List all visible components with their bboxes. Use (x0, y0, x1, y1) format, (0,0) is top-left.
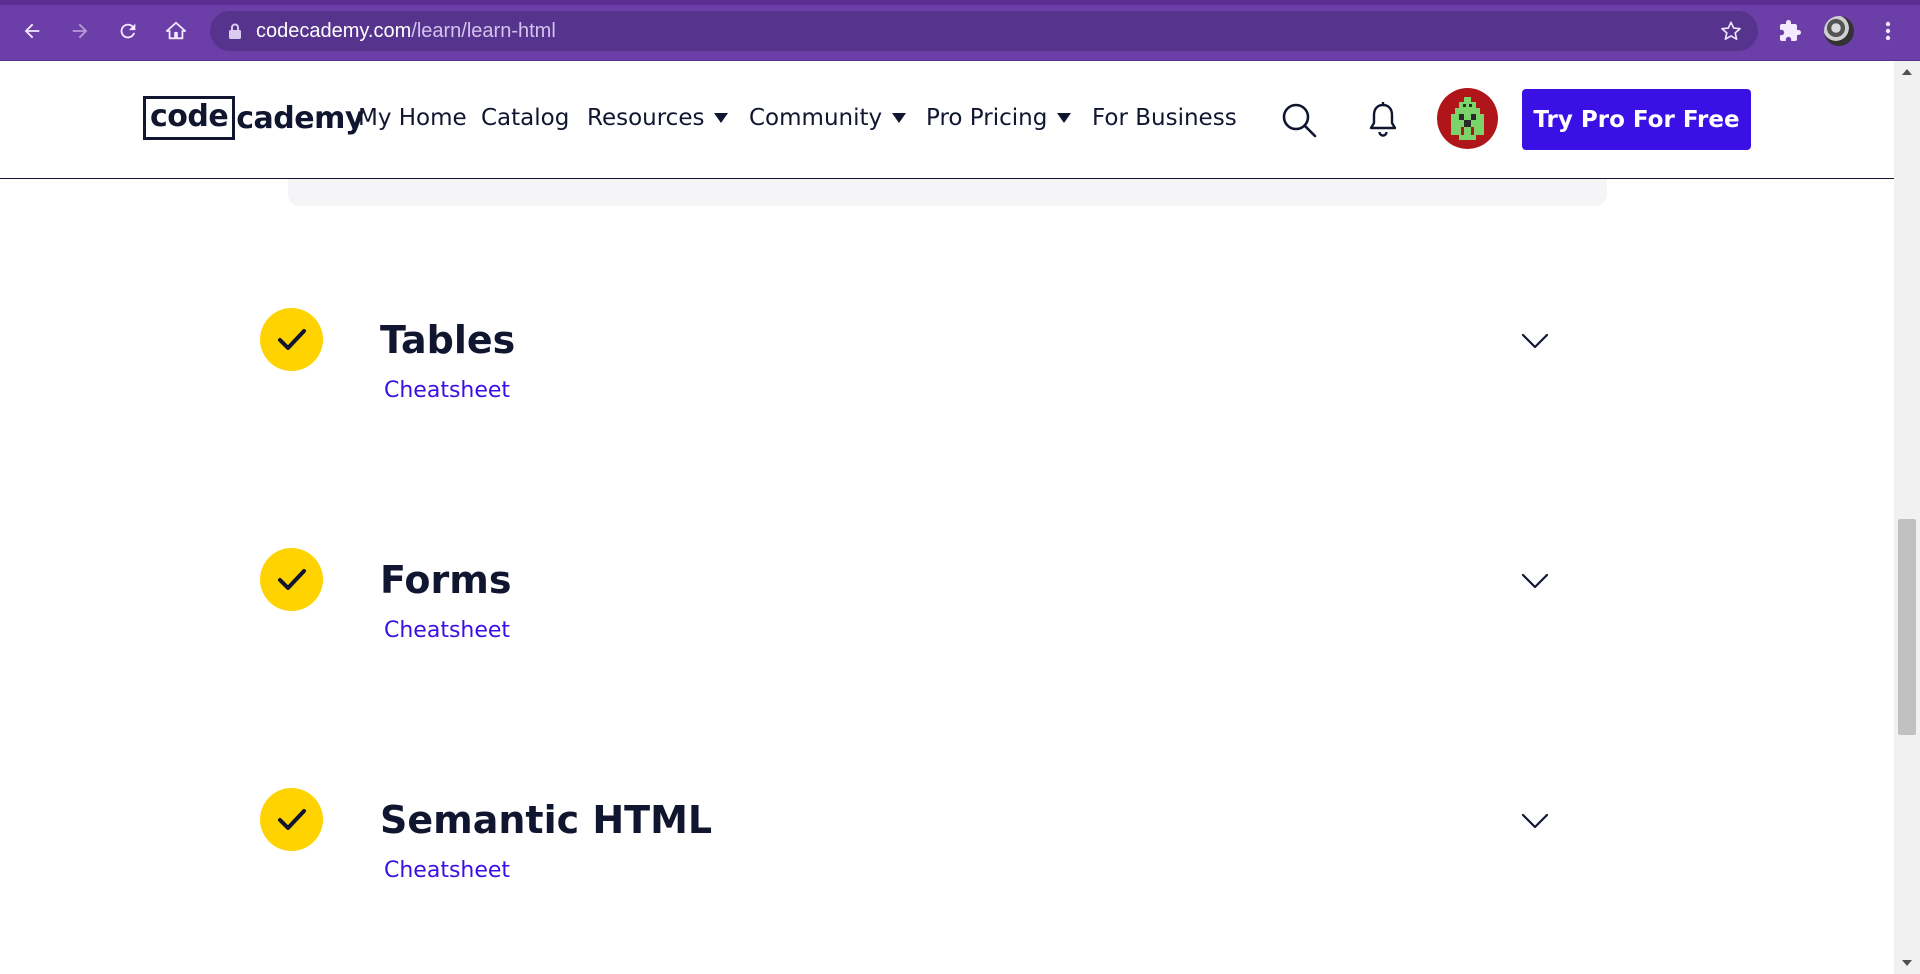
nav-community[interactable]: Community (749, 105, 907, 131)
chevron-down-icon[interactable] (1520, 326, 1550, 356)
nav-label: My Home (358, 105, 467, 131)
scroll-down-icon[interactable] (1902, 960, 1912, 966)
nav-label: Pro Pricing (926, 105, 1048, 131)
caret-down-icon (714, 113, 729, 123)
url-host: codecademy.com (256, 19, 412, 42)
back-icon[interactable] (14, 14, 50, 48)
logo-code: code (143, 96, 236, 140)
module-semantic-html: Semantic HTML Cheatsheet (260, 788, 1560, 898)
main-content: Tables Cheatsheet Forms Cheatsheet Seman… (0, 179, 1894, 974)
nav-resources[interactable]: Resources (587, 105, 729, 131)
nav-my-home[interactable]: My Home (358, 105, 467, 131)
nav-for-business[interactable]: For Business (1092, 105, 1237, 131)
module-forms: Forms Cheatsheet (260, 548, 1560, 658)
module-title: Tables (380, 318, 516, 362)
bell-icon[interactable] (1367, 101, 1399, 139)
caret-down-icon (1057, 113, 1072, 123)
star-icon[interactable] (1720, 20, 1742, 42)
module-title: Semantic HTML (380, 798, 713, 842)
completed-badge (260, 788, 323, 851)
search-icon[interactable] (1280, 101, 1318, 139)
nav-label: Resources (587, 105, 705, 131)
site-header: code cademy My Home Catalog Resources Com… (0, 61, 1894, 179)
codecademy-logo[interactable]: code cademy (143, 96, 364, 140)
completed-badge (260, 548, 323, 611)
reload-icon[interactable] (110, 14, 146, 48)
try-pro-button[interactable]: Try Pro For Free (1522, 89, 1751, 150)
checkmark-icon (277, 808, 306, 830)
nav-catalog[interactable]: Catalog (481, 105, 569, 131)
nav-label: For Business (1092, 105, 1237, 131)
avatar[interactable] (1437, 88, 1498, 149)
forward-icon[interactable] (62, 14, 98, 48)
url-path: /learn/learn-html (411, 19, 556, 42)
browser-toolbar: codecademy.com/learn/learn-html (0, 0, 1920, 61)
caret-down-icon (892, 113, 907, 123)
scrollbar-thumb[interactable] (1898, 519, 1916, 735)
tab-strip (0, 0, 1920, 5)
nav-label: Catalog (481, 105, 570, 131)
module-title: Forms (380, 558, 512, 602)
home-icon[interactable] (158, 14, 194, 48)
extensions-icon[interactable] (1774, 15, 1806, 47)
page-scrollbar[interactable] (1894, 61, 1920, 974)
completed-badge (260, 308, 323, 371)
checkmark-icon (277, 328, 306, 350)
chevron-down-icon[interactable] (1520, 566, 1550, 596)
profile-icon[interactable] (1823, 15, 1855, 47)
lock-icon (229, 23, 241, 39)
nav-pro-pricing[interactable]: Pro Pricing (926, 105, 1072, 131)
menu-icon[interactable] (1872, 15, 1904, 47)
nav-label: Community (749, 105, 883, 131)
cheatsheet-link[interactable]: Cheatsheet (384, 858, 510, 883)
cheatsheet-link[interactable]: Cheatsheet (384, 618, 510, 643)
overview-panel (288, 179, 1607, 206)
address-bar[interactable]: codecademy.com/learn/learn-html (210, 11, 1758, 51)
scroll-up-icon[interactable] (1902, 69, 1912, 75)
logo-cademy: cademy (236, 100, 364, 136)
module-tables: Tables Cheatsheet (260, 308, 1560, 418)
chevron-down-icon[interactable] (1520, 806, 1550, 836)
cheatsheet-link[interactable]: Cheatsheet (384, 378, 510, 403)
checkmark-icon (277, 568, 306, 590)
